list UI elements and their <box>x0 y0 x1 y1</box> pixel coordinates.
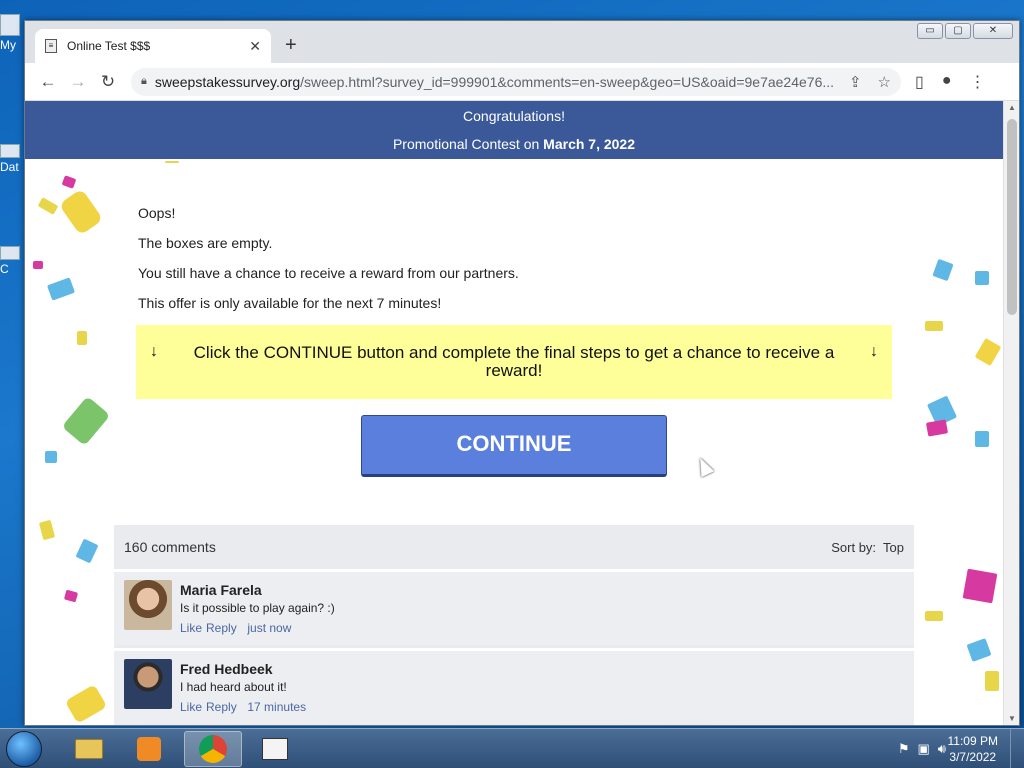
back-button[interactable]: ← <box>33 72 63 92</box>
comment-time: 17 minutes <box>247 700 307 714</box>
clock[interactable]: 11:09 PM 3/7/2022 <box>948 733 998 765</box>
vertical-scrollbar[interactable]: ▲ ▼ <box>1003 101 1019 725</box>
url-host: sweepstakessurvey.org <box>154 73 301 90</box>
comments-section: 160 comments Sort by: Top Maria Farela I… <box>114 525 914 725</box>
clock-time: 11:09 PM <box>947 734 998 748</box>
new-tab-button[interactable]: + <box>285 34 297 57</box>
desktop-icon-label: C <box>0 262 9 276</box>
avatar <box>124 659 172 709</box>
side-panel-icon[interactable]: ▯ <box>915 72 924 92</box>
comment-actions: Like Reply just now <box>180 621 335 635</box>
close-tab-icon[interactable]: ✕ <box>249 38 261 55</box>
reply-link[interactable]: Reply <box>206 700 237 714</box>
desktop-icon-my-computer[interactable]: My <box>0 14 24 52</box>
desktop-icon-label: Dat <box>0 160 19 174</box>
url-path: /sweep.html?survey_id=999901&comments=en… <box>300 73 835 90</box>
tab-title: Online Test $$$ <box>67 39 151 53</box>
sort-value[interactable]: Top <box>883 540 904 555</box>
comment-time: just now <box>247 621 292 635</box>
message-empty: The boxes are empty. <box>138 235 273 251</box>
network-icon[interactable]: ▣ <box>918 741 930 757</box>
comments-header: 160 comments Sort by: Top <box>114 525 914 569</box>
main-content: Oops! The boxes are empty. You still hav… <box>114 163 914 725</box>
continue-button[interactable]: CONTINUE <box>361 415 667 477</box>
comment-text: Is it possible to play again? :) <box>180 601 335 615</box>
show-desktop-button[interactable] <box>1010 729 1024 768</box>
chrome-icon <box>199 735 227 763</box>
comment-author[interactable]: Fred Hedbeek <box>180 661 310 677</box>
start-button[interactable] <box>6 731 42 767</box>
forward-button[interactable]: → <box>63 72 93 92</box>
reload-button[interactable]: ↻ <box>93 72 123 92</box>
folder-icon <box>75 739 103 759</box>
scroll-down-icon[interactable]: ▼ <box>1004 714 1020 723</box>
scroll-thumb[interactable] <box>1007 119 1017 315</box>
lock-icon[interactable]: 🔒︎ <box>141 75 147 88</box>
computer-icon <box>0 14 20 36</box>
sort-control[interactable]: Sort by: Top <box>831 540 904 555</box>
comment-text: I had heard about it! <box>180 680 287 694</box>
system-tray: ⚑ ▣ 🔊︎ <box>898 741 946 757</box>
desktop-icon-other[interactable]: C <box>0 246 24 276</box>
desktop-icon-data[interactable]: Dat <box>0 144 24 174</box>
menu-kebab-icon[interactable]: ⋮ <box>969 72 985 92</box>
comment-item: Maria Farela Is it possible to play agai… <box>114 569 914 645</box>
message-chance: You still have a chance to receive a rew… <box>138 265 519 281</box>
header-banner: Congratulations! Promotional Contest on … <box>25 101 1003 159</box>
file-icon <box>0 246 20 260</box>
file-icon <box>0 144 20 158</box>
media-player-icon <box>137 737 161 761</box>
address-bar[interactable]: 🔒︎ sweepstakessurvey.org /sweep.html?sur… <box>131 67 901 96</box>
banner-subtitle: Promotional Contest on March 7, 2022 <box>25 124 1003 152</box>
comment-item: Fred Hedbeek I had heard about it! Like R… <box>114 648 914 724</box>
document-icon: ≡ <box>45 39 57 53</box>
taskbar-explorer[interactable] <box>60 731 118 767</box>
avatar <box>124 580 172 630</box>
taskbar-document[interactable] <box>246 731 304 767</box>
clock-date: 3/7/2022 <box>949 750 997 764</box>
instruction-callout: ↓ Click the CONTINUE button and complete… <box>136 325 892 399</box>
banner-subtitle-prefix: Promotional Contest on <box>392 136 544 152</box>
message-offer: This offer is only available for the nex… <box>138 295 442 311</box>
share-icon[interactable]: ⇪ <box>849 73 862 91</box>
comment-actions: Like Reply 17 minutes <box>180 700 310 714</box>
profile-avatar-icon[interactable]: ● <box>942 72 952 92</box>
taskbar-media-player[interactable] <box>120 731 178 767</box>
action-center-icon[interactable]: ⚑ <box>898 741 910 757</box>
taskbar-chrome[interactable] <box>184 731 242 767</box>
down-arrow-icon: ↓ <box>150 343 158 360</box>
taskbar: ⚑ ▣ 🔊︎ 11:09 PM 3/7/2022 <box>0 728 1024 768</box>
like-link[interactable]: Like <box>180 621 202 635</box>
browser-toolbar: ← → ↻ 🔒︎ sweepstakessurvey.org /sweep.ht… <box>25 63 1019 101</box>
page-viewport: Congratulations! Promotional Contest on … <box>25 101 1003 725</box>
document-icon <box>262 738 288 760</box>
browser-window: ▭ ▢ ✕ ≡ Online Test $$$ ✕ + ← → ↻ 🔒︎ swe… <box>24 20 1020 726</box>
message-oops: Oops! <box>138 205 176 221</box>
callout-text: Click the CONTINUE button and complete t… <box>193 343 835 380</box>
volume-icon[interactable]: 🔊︎ <box>938 741 946 757</box>
bookmark-star-icon[interactable]: ☆ <box>878 73 891 91</box>
banner-date: March 7, 2022 <box>543 136 636 152</box>
reply-link[interactable]: Reply <box>206 621 237 635</box>
like-link[interactable]: Like <box>180 700 202 714</box>
tab-online-test[interactable]: ≡ Online Test $$$ ✕ <box>35 29 271 63</box>
comment-author[interactable]: Maria Farela <box>180 582 335 598</box>
desktop-icon-label: My <box>0 38 16 52</box>
sort-label: Sort by: <box>831 539 877 555</box>
comments-count: 160 comments <box>124 539 216 555</box>
down-arrow-icon: ↓ <box>870 343 878 360</box>
tab-bar: ≡ Online Test $$$ ✕ + <box>25 21 1019 63</box>
banner-title: Congratulations! <box>463 108 565 124</box>
scroll-up-icon[interactable]: ▲ <box>1004 103 1020 112</box>
